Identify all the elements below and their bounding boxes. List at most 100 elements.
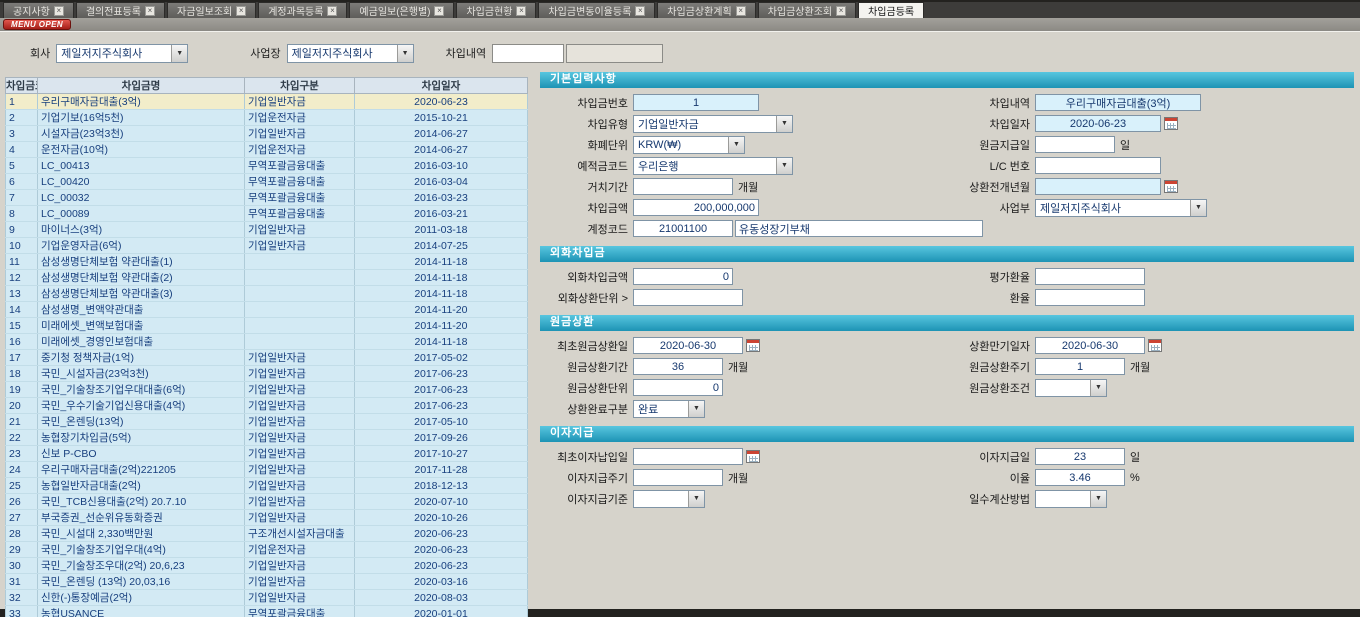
loan-desc-input-2[interactable] — [566, 44, 663, 63]
tab-item[interactable]: 계정과목등록× — [258, 2, 347, 18]
chevron-down-icon[interactable]: ▼ — [1190, 200, 1206, 216]
cell-date[interactable]: 2020-08-03 — [355, 590, 528, 606]
eval-rate-input[interactable] — [1035, 268, 1145, 285]
header-loan-date[interactable]: 차입일자 — [355, 78, 528, 94]
cell-type[interactable]: 기업일반자금 — [245, 510, 355, 526]
loan-desc-input-1[interactable] — [492, 44, 564, 63]
cell-date[interactable]: 2020-03-16 — [355, 574, 528, 590]
cell-code[interactable]: 8 — [6, 206, 38, 222]
principal-cycle-input[interactable]: 1 — [1035, 358, 1125, 375]
cell-code[interactable]: 28 — [6, 526, 38, 542]
cell-date[interactable]: 2014-11-18 — [355, 334, 528, 350]
header-loan-name[interactable]: 차입금명 — [38, 78, 245, 94]
cell-type[interactable]: 기업일반자금 — [245, 94, 355, 110]
chevron-down-icon[interactable]: ▼ — [776, 116, 792, 132]
table-row[interactable]: 29국민_기술창조기업우대(4억)기업운전자금2020-06-23 — [6, 542, 528, 558]
cell-date[interactable]: 2015-10-21 — [355, 110, 528, 126]
cell-date[interactable]: 2020-06-23 — [355, 542, 528, 558]
tab-close-icon[interactable]: × — [516, 6, 526, 16]
cell-type[interactable]: 기업운전자금 — [245, 542, 355, 558]
cell-code[interactable]: 19 — [6, 382, 38, 398]
table-row[interactable]: 11삼성생명단체보험 약관대출(1)2014-11-18 — [6, 254, 528, 270]
cell-type[interactable]: 기업일반자금 — [245, 462, 355, 478]
cell-type[interactable]: 기업일반자금 — [245, 558, 355, 574]
cell-type[interactable]: 기업일반자금 — [245, 494, 355, 510]
table-row[interactable]: 32신한(-)통장예금(2억)기업일반자금2020-08-03 — [6, 590, 528, 606]
table-row[interactable]: 19국민_기술창조기업우대대출(6억)기업일반자금2017-06-23 — [6, 382, 528, 398]
cell-code[interactable]: 27 — [6, 510, 38, 526]
cell-code[interactable]: 20 — [6, 398, 38, 414]
chevron-down-icon[interactable]: ▼ — [688, 401, 704, 417]
cell-name[interactable]: 삼성생명단체보험 약관대출(2) — [38, 270, 245, 286]
cell-code[interactable]: 5 — [6, 158, 38, 174]
table-row[interactable]: 30국민_기술창조우대(2억) 20,6,23기업일반자금2020-06-23 — [6, 558, 528, 574]
cell-type[interactable]: 무역포괄금융대출 — [245, 606, 355, 617]
table-row[interactable]: 28국민_시설대 2,330백만원구조개선시설자금대출2020-06-23 — [6, 526, 528, 542]
cell-date[interactable]: 2017-05-10 — [355, 414, 528, 430]
cell-type[interactable]: 기업일반자금 — [245, 574, 355, 590]
tab-close-icon[interactable]: × — [236, 6, 246, 16]
table-row[interactable]: 5LC_00413무역포괄금융대출2016-03-10 — [6, 158, 528, 174]
cell-type[interactable]: 기업일반자금 — [245, 446, 355, 462]
maturity-date-input[interactable]: 2020-06-30 — [1035, 337, 1145, 354]
table-row[interactable]: 6LC_00420무역포괄금융대출2016-03-04 — [6, 174, 528, 190]
cell-name[interactable]: 국민_기술창조우대(2억) 20,6,23 — [38, 558, 245, 574]
cell-type[interactable]: 기업일반자금 — [245, 590, 355, 606]
table-row[interactable]: 14삼성생명_변액약관대출2014-11-20 — [6, 302, 528, 318]
cell-type[interactable]: 구조개선시설자금대출 — [245, 526, 355, 542]
tab-close-icon[interactable]: × — [327, 6, 337, 16]
cell-name[interactable]: 미래에셋_변액보험대출 — [38, 318, 245, 334]
tab-close-icon[interactable]: × — [635, 6, 645, 16]
cell-name[interactable]: 우리구매자금대출(2억)221205 — [38, 462, 245, 478]
cell-name[interactable]: LC_00413 — [38, 158, 245, 174]
cell-date[interactable]: 2016-03-23 — [355, 190, 528, 206]
table-row[interactable]: 10기업운영자금(6억)기업일반자금2014-07-25 — [6, 238, 528, 254]
cell-type[interactable]: 무역포괄금융대출 — [245, 158, 355, 174]
table-row[interactable]: 1우리구매자금대출(3억)기업일반자금2020-06-23 — [6, 94, 528, 110]
principal-unit-input[interactable]: 0 — [633, 379, 723, 396]
chevron-down-icon[interactable]: ▼ — [171, 45, 187, 62]
cell-code[interactable]: 30 — [6, 558, 38, 574]
loan-amount-input[interactable]: 200,000,000 — [633, 199, 759, 216]
cell-type[interactable]: 무역포괄금융대출 — [245, 174, 355, 190]
cell-code[interactable]: 11 — [6, 254, 38, 270]
cell-code[interactable]: 4 — [6, 142, 38, 158]
cell-code[interactable]: 13 — [6, 286, 38, 302]
calendar-icon[interactable] — [1164, 117, 1178, 130]
account-name-input[interactable]: 유동성장기부채 — [735, 220, 983, 237]
loan-date-input[interactable]: 2020-06-23 — [1035, 115, 1161, 132]
principal-period-input[interactable]: 36 — [633, 358, 723, 375]
cell-name[interactable]: 기업운영자금(6억) — [38, 238, 245, 254]
cell-code[interactable]: 24 — [6, 462, 38, 478]
cell-code[interactable]: 22 — [6, 430, 38, 446]
exchange-rate-input[interactable] — [1035, 289, 1145, 306]
fx-repay-unit-input[interactable] — [633, 289, 743, 306]
interest-cycle-input[interactable] — [633, 469, 723, 486]
cell-date[interactable]: 2014-11-18 — [355, 286, 528, 302]
cell-name[interactable]: 국민_기술창조기업우대(4억) — [38, 542, 245, 558]
cell-name[interactable]: 신보 P-CBO — [38, 446, 245, 462]
cell-date[interactable]: 2016-03-10 — [355, 158, 528, 174]
cell-name[interactable]: 농협장기차입금(5억) — [38, 430, 245, 446]
cell-code[interactable]: 10 — [6, 238, 38, 254]
table-row[interactable]: 21국민_온렌딩(13억)기업일반자금2017-05-10 — [6, 414, 528, 430]
cell-type[interactable] — [245, 254, 355, 270]
cell-name[interactable]: 삼성생명단체보험 약관대출(1) — [38, 254, 245, 270]
table-row[interactable]: 31국민_온렌딩 (13억) 20,03,16기업일반자금2020-03-16 — [6, 574, 528, 590]
cell-date[interactable]: 2020-01-01 — [355, 606, 528, 617]
cell-code[interactable]: 29 — [6, 542, 38, 558]
cell-name[interactable]: 미래에셋_경영인보험대출 — [38, 334, 245, 350]
calendar-icon[interactable] — [746, 339, 760, 352]
table-row[interactable]: 3시설자금(23억3천)기업일반자금2014-06-27 — [6, 126, 528, 142]
cell-date[interactable]: 2017-06-23 — [355, 366, 528, 382]
cell-code[interactable]: 26 — [6, 494, 38, 510]
table-row[interactable]: 12삼성생명단체보험 약관대출(2)2014-11-18 — [6, 270, 528, 286]
cell-name[interactable]: 기업기보(16억5천) — [38, 110, 245, 126]
table-row[interactable]: 15미래에셋_변액보험대출2014-11-20 — [6, 318, 528, 334]
header-loan-type[interactable]: 차입구분 — [245, 78, 355, 94]
chevron-down-icon[interactable]: ▼ — [728, 137, 744, 153]
first-principal-date-input[interactable]: 2020-06-30 — [633, 337, 743, 354]
cell-name[interactable]: 중기청 정책자금(1억) — [38, 350, 245, 366]
tab-item[interactable]: 자금일보조회× — [167, 2, 256, 18]
interest-pay-day-input[interactable]: 23 — [1035, 448, 1125, 465]
